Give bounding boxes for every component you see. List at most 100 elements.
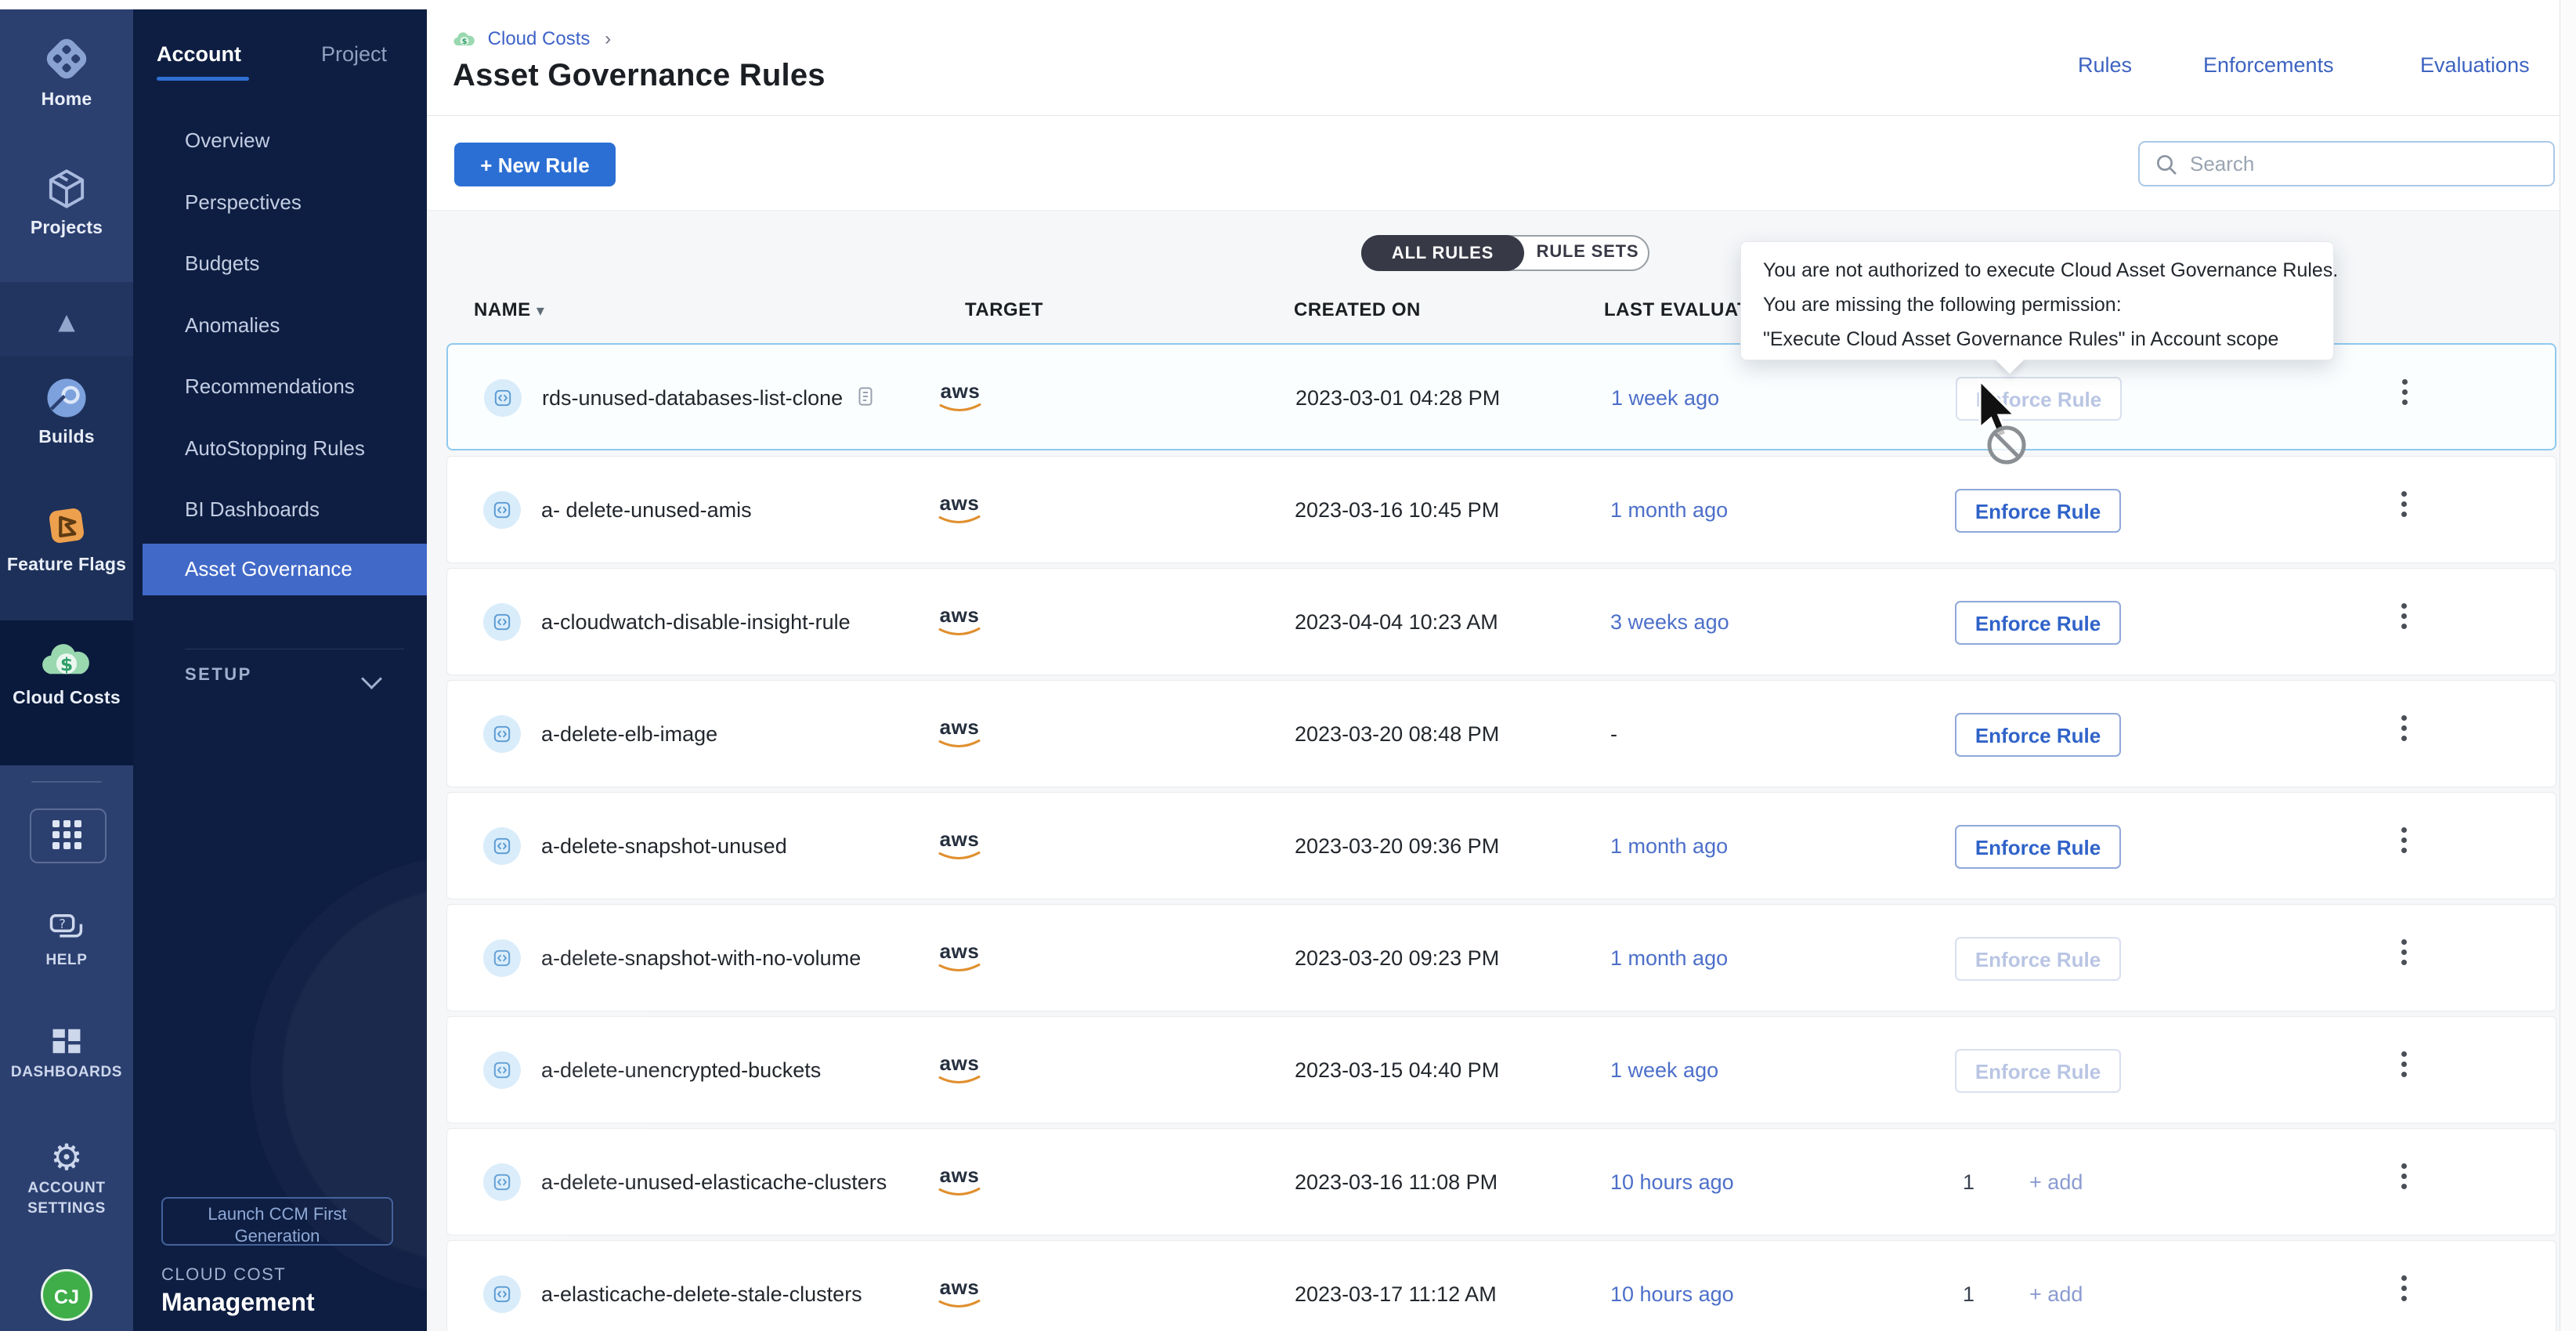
last-evaluation-link[interactable]: 10 hours ago: [1610, 1170, 1734, 1195]
sidebar-item-perspectives[interactable]: Perspectives: [185, 190, 420, 215]
rule-icon: [484, 379, 522, 417]
created-on-cell: 2023-03-16 11:08 PM: [1295, 1170, 1498, 1195]
aws-target-logo: aws: [934, 1275, 985, 1314]
user-avatar[interactable]: CJ: [41, 1269, 92, 1321]
last-evaluation-link[interactable]: 1 week ago: [1610, 1058, 1718, 1083]
search-box: [2138, 141, 2555, 186]
enforce-rule-button[interactable]: Enforce Rule: [1955, 825, 2121, 869]
breadcrumb: $ Cloud Costs ›: [453, 28, 611, 55]
last-evaluation-link[interactable]: -: [1610, 722, 1617, 747]
column-header-target[interactable]: TARGET: [965, 299, 1043, 321]
sidebar-item-anomalies[interactable]: Anomalies: [185, 313, 420, 338]
rail-item-projects[interactable]: Projects: [0, 165, 133, 238]
app-window: Home Projects ▲ Builds: [0, 0, 2576, 1331]
search-input[interactable]: [2188, 147, 2536, 180]
last-evaluation-link[interactable]: 1 month ago: [1610, 946, 1728, 971]
top-strip: [0, 0, 2576, 9]
add-enforcement-link[interactable]: + add: [2029, 1170, 2083, 1195]
created-on-cell: 2023-04-04 10:23 AM: [1295, 610, 1498, 635]
aws-target-logo: aws: [934, 827, 985, 866]
created-on-cell: 2023-03-20 09:36 PM: [1295, 834, 1499, 859]
rail-item-feature-flags[interactable]: Feature Flags: [0, 501, 133, 575]
grid-icon: [52, 820, 81, 849]
enforce-rule-button[interactable]: Enforce Rule: [1955, 1049, 2121, 1093]
tab-account[interactable]: Account: [157, 42, 241, 67]
rail-item-label: Builds: [0, 426, 133, 447]
aws-target-logo: aws: [934, 1051, 985, 1090]
rail-item-builds[interactable]: Builds: [0, 374, 133, 447]
svg-text:$: $: [60, 653, 73, 675]
rail-item-dashboards[interactable]: DASHBOARDS: [0, 1024, 133, 1083]
collapse-rail-arrow-icon[interactable]: ▲: [0, 309, 133, 335]
row-menu-kebab-icon[interactable]: [2388, 935, 2419, 982]
table-row[interactable]: a-delete-unencrypted-bucketsaws2023-03-1…: [446, 1016, 2556, 1123]
aws-target-logo: aws: [935, 379, 985, 418]
enforce-rule-button[interactable]: Enforce Rule: [1955, 713, 2121, 757]
launch-ccm-first-gen-button[interactable]: Launch CCM First Generation: [161, 1197, 393, 1246]
table-row[interactable]: a-delete-snapshot-unusedaws2023-03-20 09…: [446, 792, 2556, 899]
add-enforcement-link[interactable]: + add: [2029, 1282, 2083, 1307]
enforce-rule-button[interactable]: Enforce Rule: [1955, 489, 2121, 533]
rail-item-home[interactable]: Home: [0, 33, 133, 110]
sidebar-item-budgets[interactable]: Budgets: [185, 251, 420, 276]
chevron-down-icon[interactable]: [361, 668, 382, 689]
toggle-rule-sets[interactable]: RULE SETS: [1529, 241, 1646, 262]
row-menu-kebab-icon[interactable]: [2388, 1159, 2419, 1206]
tooltip-line: You are not authorized to execute Cloud …: [1763, 259, 2338, 282]
enforce-rule-button[interactable]: Enforce Rule: [1955, 601, 2121, 645]
sidebar-item-bi-dashboards[interactable]: BI Dashboards: [185, 497, 420, 522]
rule-icon: [483, 603, 521, 641]
rule-name: a-elasticache-delete-stale-clusters: [541, 1282, 862, 1307]
left-rail: Home Projects ▲ Builds: [0, 9, 133, 1331]
rail-item-help[interactable]: ? HELP: [0, 910, 133, 971]
row-menu-kebab-icon[interactable]: [2388, 599, 2419, 646]
svg-text:$: $: [462, 38, 468, 46]
tooltip-line: "Execute Cloud Asset Governance Rules" i…: [1763, 328, 2278, 351]
row-menu-kebab-icon[interactable]: [2388, 823, 2419, 870]
rule-icon: [483, 491, 521, 529]
new-rule-button[interactable]: + New Rule: [454, 143, 616, 186]
rule-name: a-delete-elb-image: [541, 722, 717, 747]
last-evaluation-link[interactable]: 1 month ago: [1610, 834, 1728, 859]
row-menu-kebab-icon[interactable]: [2388, 711, 2419, 758]
enforcement-count: 1: [1963, 1282, 1974, 1307]
plus-icon: +: [2029, 1282, 2042, 1306]
table-row[interactable]: a-cloudwatch-disable-insight-ruleaws2023…: [446, 568, 2556, 675]
row-menu-kebab-icon[interactable]: [2388, 1047, 2419, 1094]
rail-item-account-settings[interactable]: ⚙ ACCOUNT SETTINGS: [0, 1136, 133, 1218]
row-menu-kebab-icon[interactable]: [2388, 486, 2419, 533]
nav-link-enforcements[interactable]: Enforcements: [2203, 53, 2334, 78]
last-evaluation-link[interactable]: 10 hours ago: [1610, 1282, 1734, 1307]
nav-link-evaluations[interactable]: Evaluations: [2420, 53, 2530, 78]
scrollbar-track[interactable]: [2560, 0, 2576, 1331]
table-row[interactable]: a-delete-elb-imageaws2023-03-20 08:48 PM…: [446, 680, 2556, 787]
rule-name: a-cloudwatch-disable-insight-rule: [541, 610, 851, 635]
enforce-rule-button[interactable]: Enforce Rule: [1955, 937, 2121, 981]
table-row[interactable]: a-delete-snapshot-with-no-volumeaws2023-…: [446, 904, 2556, 1011]
breadcrumb-link[interactable]: Cloud Costs: [488, 28, 591, 49]
sidebar-item-recommendations[interactable]: Recommendations: [185, 374, 420, 399]
row-menu-kebab-icon[interactable]: [2388, 1271, 2419, 1318]
dashboards-icon: [48, 1048, 85, 1062]
chat-help-icon: ?: [46, 936, 87, 949]
last-evaluation-link[interactable]: 1 month ago: [1610, 498, 1728, 523]
copy-icon[interactable]: [854, 385, 877, 414]
table-row[interactable]: a-elasticache-delete-stale-clustersaws20…: [446, 1240, 2556, 1331]
table-row[interactable]: a- delete-unused-amisaws2023-03-16 10:45…: [446, 456, 2556, 563]
rail-item-cloud-costs[interactable]: $ Cloud Costs: [0, 636, 133, 708]
toggle-all-rules[interactable]: ALL RULES: [1361, 235, 1524, 271]
last-evaluation-link[interactable]: 3 weeks ago: [1610, 610, 1729, 635]
sidebar-item-asset-governance[interactable]: Asset Governance: [143, 544, 427, 595]
last-evaluation-link[interactable]: 1 week ago: [1611, 386, 1719, 411]
column-header-name[interactable]: NAME ▾: [474, 299, 544, 321]
column-header-created-on[interactable]: CREATED ON: [1294, 299, 1421, 321]
breadcrumb-chevron-icon: ›: [605, 28, 611, 49]
setup-section-header[interactable]: SETUP: [185, 664, 252, 685]
row-menu-kebab-icon[interactable]: [2389, 374, 2420, 421]
tab-project[interactable]: Project: [321, 42, 387, 67]
module-picker-button[interactable]: [30, 808, 107, 863]
sidebar-item-autostopping-rules[interactable]: AutoStopping Rules: [185, 436, 420, 461]
table-row[interactable]: a-delete-unused-elasticache-clustersaws2…: [446, 1128, 2556, 1235]
nav-link-rules[interactable]: Rules: [2078, 53, 2132, 78]
sidebar-item-overview[interactable]: Overview: [185, 128, 420, 153]
